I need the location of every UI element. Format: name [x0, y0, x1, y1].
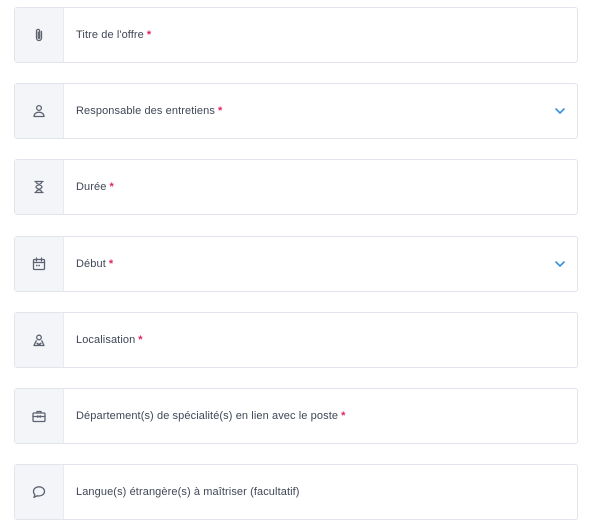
specialty-department-field[interactable]: Département(s) de spécialité(s) en lien … [14, 388, 578, 444]
field-label-text: Titre de l'offre [76, 29, 144, 41]
field-label: Localisation * [64, 313, 577, 367]
chevron-down-icon [555, 108, 565, 114]
field-label-text: Début [76, 258, 106, 270]
calendar-icon [32, 257, 46, 271]
job-title-field[interactable]: Titre de l'offre * [14, 7, 578, 63]
briefcase-icon [32, 410, 46, 423]
field-label: Titre de l'offre * [64, 8, 577, 62]
speech-bubble-icon [32, 486, 46, 499]
dropdown-toggle[interactable] [543, 84, 577, 138]
required-marker: * [146, 29, 152, 41]
field-label: Langue(s) étrangère(s) à maîtriser (facu… [64, 465, 577, 519]
icon-box [15, 84, 64, 138]
icon-box [15, 8, 64, 62]
icon-box [15, 389, 64, 443]
interview-manager-select[interactable]: Responsable des entretiens * [14, 83, 578, 139]
duration-field[interactable]: Durée * [14, 159, 578, 215]
icon-box [15, 465, 64, 519]
icon-box [15, 160, 64, 214]
required-marker: * [108, 258, 114, 270]
field-label-text: Langue(s) étrangère(s) à maîtriser (facu… [76, 486, 300, 498]
field-label: Début * [64, 237, 543, 291]
dropdown-toggle[interactable] [543, 237, 577, 291]
field-label: Responsable des entretiens * [64, 84, 543, 138]
user-icon [33, 104, 45, 118]
location-field[interactable]: Localisation * [14, 312, 578, 368]
field-label: Département(s) de spécialité(s) en lien … [64, 389, 577, 443]
required-marker: * [341, 410, 346, 422]
field-label: Durée * [64, 160, 577, 214]
hourglass-icon [34, 180, 44, 194]
required-marker: * [138, 334, 143, 346]
field-label-text: Département(s) de spécialité(s) en lien … [76, 410, 339, 422]
map-pin-icon [33, 334, 45, 347]
required-marker: * [217, 105, 223, 117]
field-label-text: Responsable des entretiens [76, 105, 215, 117]
icon-box [15, 237, 64, 291]
field-label-text: Durée [76, 181, 107, 193]
paperclip-icon [35, 28, 43, 42]
foreign-languages-field[interactable]: Langue(s) étrangère(s) à maîtriser (facu… [14, 464, 578, 520]
start-date-select[interactable]: Début * [14, 236, 578, 292]
icon-box [15, 313, 64, 367]
field-label-text: Localisation [76, 334, 136, 346]
required-marker: * [109, 181, 114, 193]
chevron-down-icon [555, 261, 565, 267]
